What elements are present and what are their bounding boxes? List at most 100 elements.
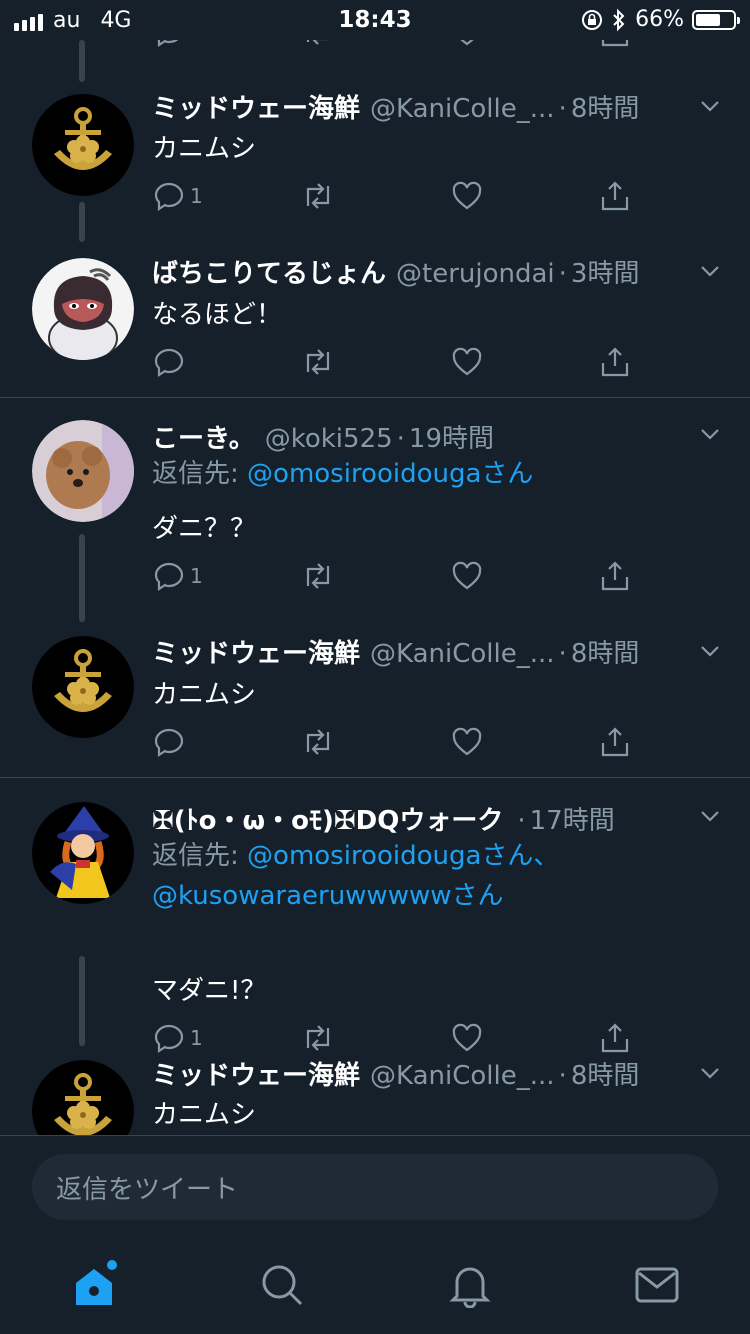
tweet-text: ダニ？？ [152,514,257,544]
avatar-character[interactable] [32,258,134,360]
tab-notifications[interactable] [440,1255,500,1315]
tweet-actions: 1 [152,558,652,594]
bell-icon [449,1267,491,1308]
separator-dot: · [396,424,405,454]
chevron-down-icon[interactable] [698,422,722,446]
share-icon[interactable] [598,178,632,214]
chevron-down-icon[interactable] [698,259,722,283]
reply-icon [154,562,184,592]
tweet-header: ミッドウェー海鮮 @KaniColle_... · 8時間 [152,88,680,125]
retweet-icon[interactable] [300,344,336,380]
status-bar: au 4G 18:43 66% [0,0,750,40]
tweet[interactable]: ミッドウェー海鮮 @KaniColle_... · 8時間 カニムシ 1 [0,40,750,242]
user-handle[interactable]: @KaniColle_... [370,1061,555,1091]
display-name[interactable]: ミッドウェー海鮮 [152,633,360,670]
reply-count: 1 [190,184,203,208]
search-icon [262,1265,303,1306]
tweet-text: カニムシ [152,1100,257,1130]
share-icon[interactable] [598,558,632,594]
chevron-down-icon[interactable] [698,94,722,118]
share-icon[interactable] [598,344,632,380]
reply-composer: 返信をツイート [0,1135,750,1236]
tweet-time: 3時間 [570,259,640,289]
bluetooth-icon [613,8,625,31]
share-icon[interactable] [598,724,632,760]
tab-search[interactable] [252,1255,312,1315]
chevron-down-icon[interactable] [698,1061,722,1085]
retweet-icon[interactable] [300,558,336,594]
display-name[interactable]: ✠(ﾄo・ω・oﾓ)✠DQウォーク [152,800,503,837]
separator-dot: · [558,94,567,124]
reply-icon[interactable] [152,724,186,760]
reply-input[interactable]: 返信をツイート [32,1154,718,1220]
tweet-time: 8時間 [570,639,640,669]
display-name[interactable]: こーき。 [152,418,255,455]
home-icon [76,1260,117,1305]
reply-placeholder: 返信をツイート [56,1174,239,1205]
reply-to-label: 返信先: [152,459,239,489]
like-icon[interactable] [450,178,484,214]
user-handle[interactable]: @terujondai [396,259,555,289]
tweet-time: 19時間 [408,424,495,454]
mention-link[interactable]: @omosirooidougaさん、 [247,841,559,871]
chevron-down-icon[interactable] [698,804,722,828]
tweet-header: こーき。 @koki525 · 19時間 [152,418,680,455]
like-icon[interactable] [450,344,484,380]
reply-button[interactable]: 1 [152,558,203,594]
tweet-actions [152,344,652,380]
reply-to-label: 返信先: [152,841,239,871]
tweet-text: カニムシ [152,680,257,710]
tweet-time: 8時間 [570,94,640,124]
like-icon[interactable] [450,724,484,760]
tweet-text: なるほど！ [152,300,283,330]
tweet-time: 17時間 [529,806,615,836]
tweet-text: カニムシ [152,134,257,164]
separator-dot: · [558,639,567,669]
tweet-header: ミッドウェー海鮮 @KaniColle_... · 8時間 [152,633,680,670]
reply-count: 1 [190,564,203,588]
separator-dot: · [558,259,567,289]
like-icon[interactable] [450,558,484,594]
timeline[interactable]: ミッドウェー海鮮 @KaniColle_... · 8時間 カニムシ 1 ばちこ… [0,40,750,1135]
user-handle[interactable]: @KaniColle_... [370,639,555,669]
avatar-dog[interactable] [32,420,134,522]
mention-link[interactable]: @kusowaraeruwwwwwさん [152,881,504,911]
thread-line [79,956,85,1046]
avatar-anchor[interactable] [32,636,134,738]
tab-bar [0,1235,750,1334]
avatar-dq-character[interactable] [32,802,134,904]
display-name[interactable]: ばちこりてるじょん [152,253,386,290]
reply-to-line: 返信先: @omosirooidougaさん [152,454,710,494]
tweet-actions: 1 [152,178,652,214]
tweet-header: ✠(ﾄo・ω・oﾓ)✠DQウォーク · 17時間 [152,800,680,837]
separator-dot: · [558,1061,567,1091]
tweet[interactable]: ばちこりてるじょん @terujondai · 3時間 なるほど！ [0,240,750,397]
display-name[interactable]: ミッドウェー海鮮 [152,88,360,125]
tweet-header: ばちこりてるじょん @terujondai · 3時間 [152,253,680,290]
tweet[interactable]: ✠(ﾄo・ω・oﾓ)✠DQウォーク · 17時間 返信先: @omosirooi… [0,778,750,1054]
user-handle[interactable]: @KaniColle_... [370,94,555,124]
reply-button[interactable]: 1 [152,178,203,214]
tweet[interactable]: こーき。 @koki525 · 19時間 返信先: @omosirooidoug… [0,398,750,622]
avatar-anchor[interactable] [32,94,134,196]
thread-line [79,534,85,622]
orientation-lock-icon [582,9,603,30]
user-handle[interactable]: @koki525 [265,424,393,454]
display-name[interactable]: ミッドウェー海鮮 [152,1055,360,1092]
reply-icon [154,182,184,212]
retweet-icon[interactable] [300,724,336,760]
reply-to-line: 返信先: @omosirooidougaさん、 @kusowaraeruwwww… [152,836,710,916]
reply-icon[interactable] [152,344,186,380]
mention-link[interactable]: @omosirooidougaさん [247,459,533,489]
tab-messages[interactable] [627,1255,687,1315]
battery-icon [692,9,740,30]
separator-dot: · [517,806,526,836]
retweet-icon[interactable] [300,178,336,214]
tweet-text: マダニ!？ [152,976,267,1006]
tweet[interactable]: ミッドウェー海鮮 @KaniColle_... · 8時間 カニムシ [0,1040,750,1135]
tweet[interactable]: ミッドウェー海鮮 @KaniColle_... · 8時間 カニムシ [0,618,750,777]
tab-home[interactable] [64,1255,124,1315]
avatar-anchor[interactable] [32,1060,134,1135]
mail-icon [635,1267,679,1303]
chevron-down-icon[interactable] [698,639,722,663]
